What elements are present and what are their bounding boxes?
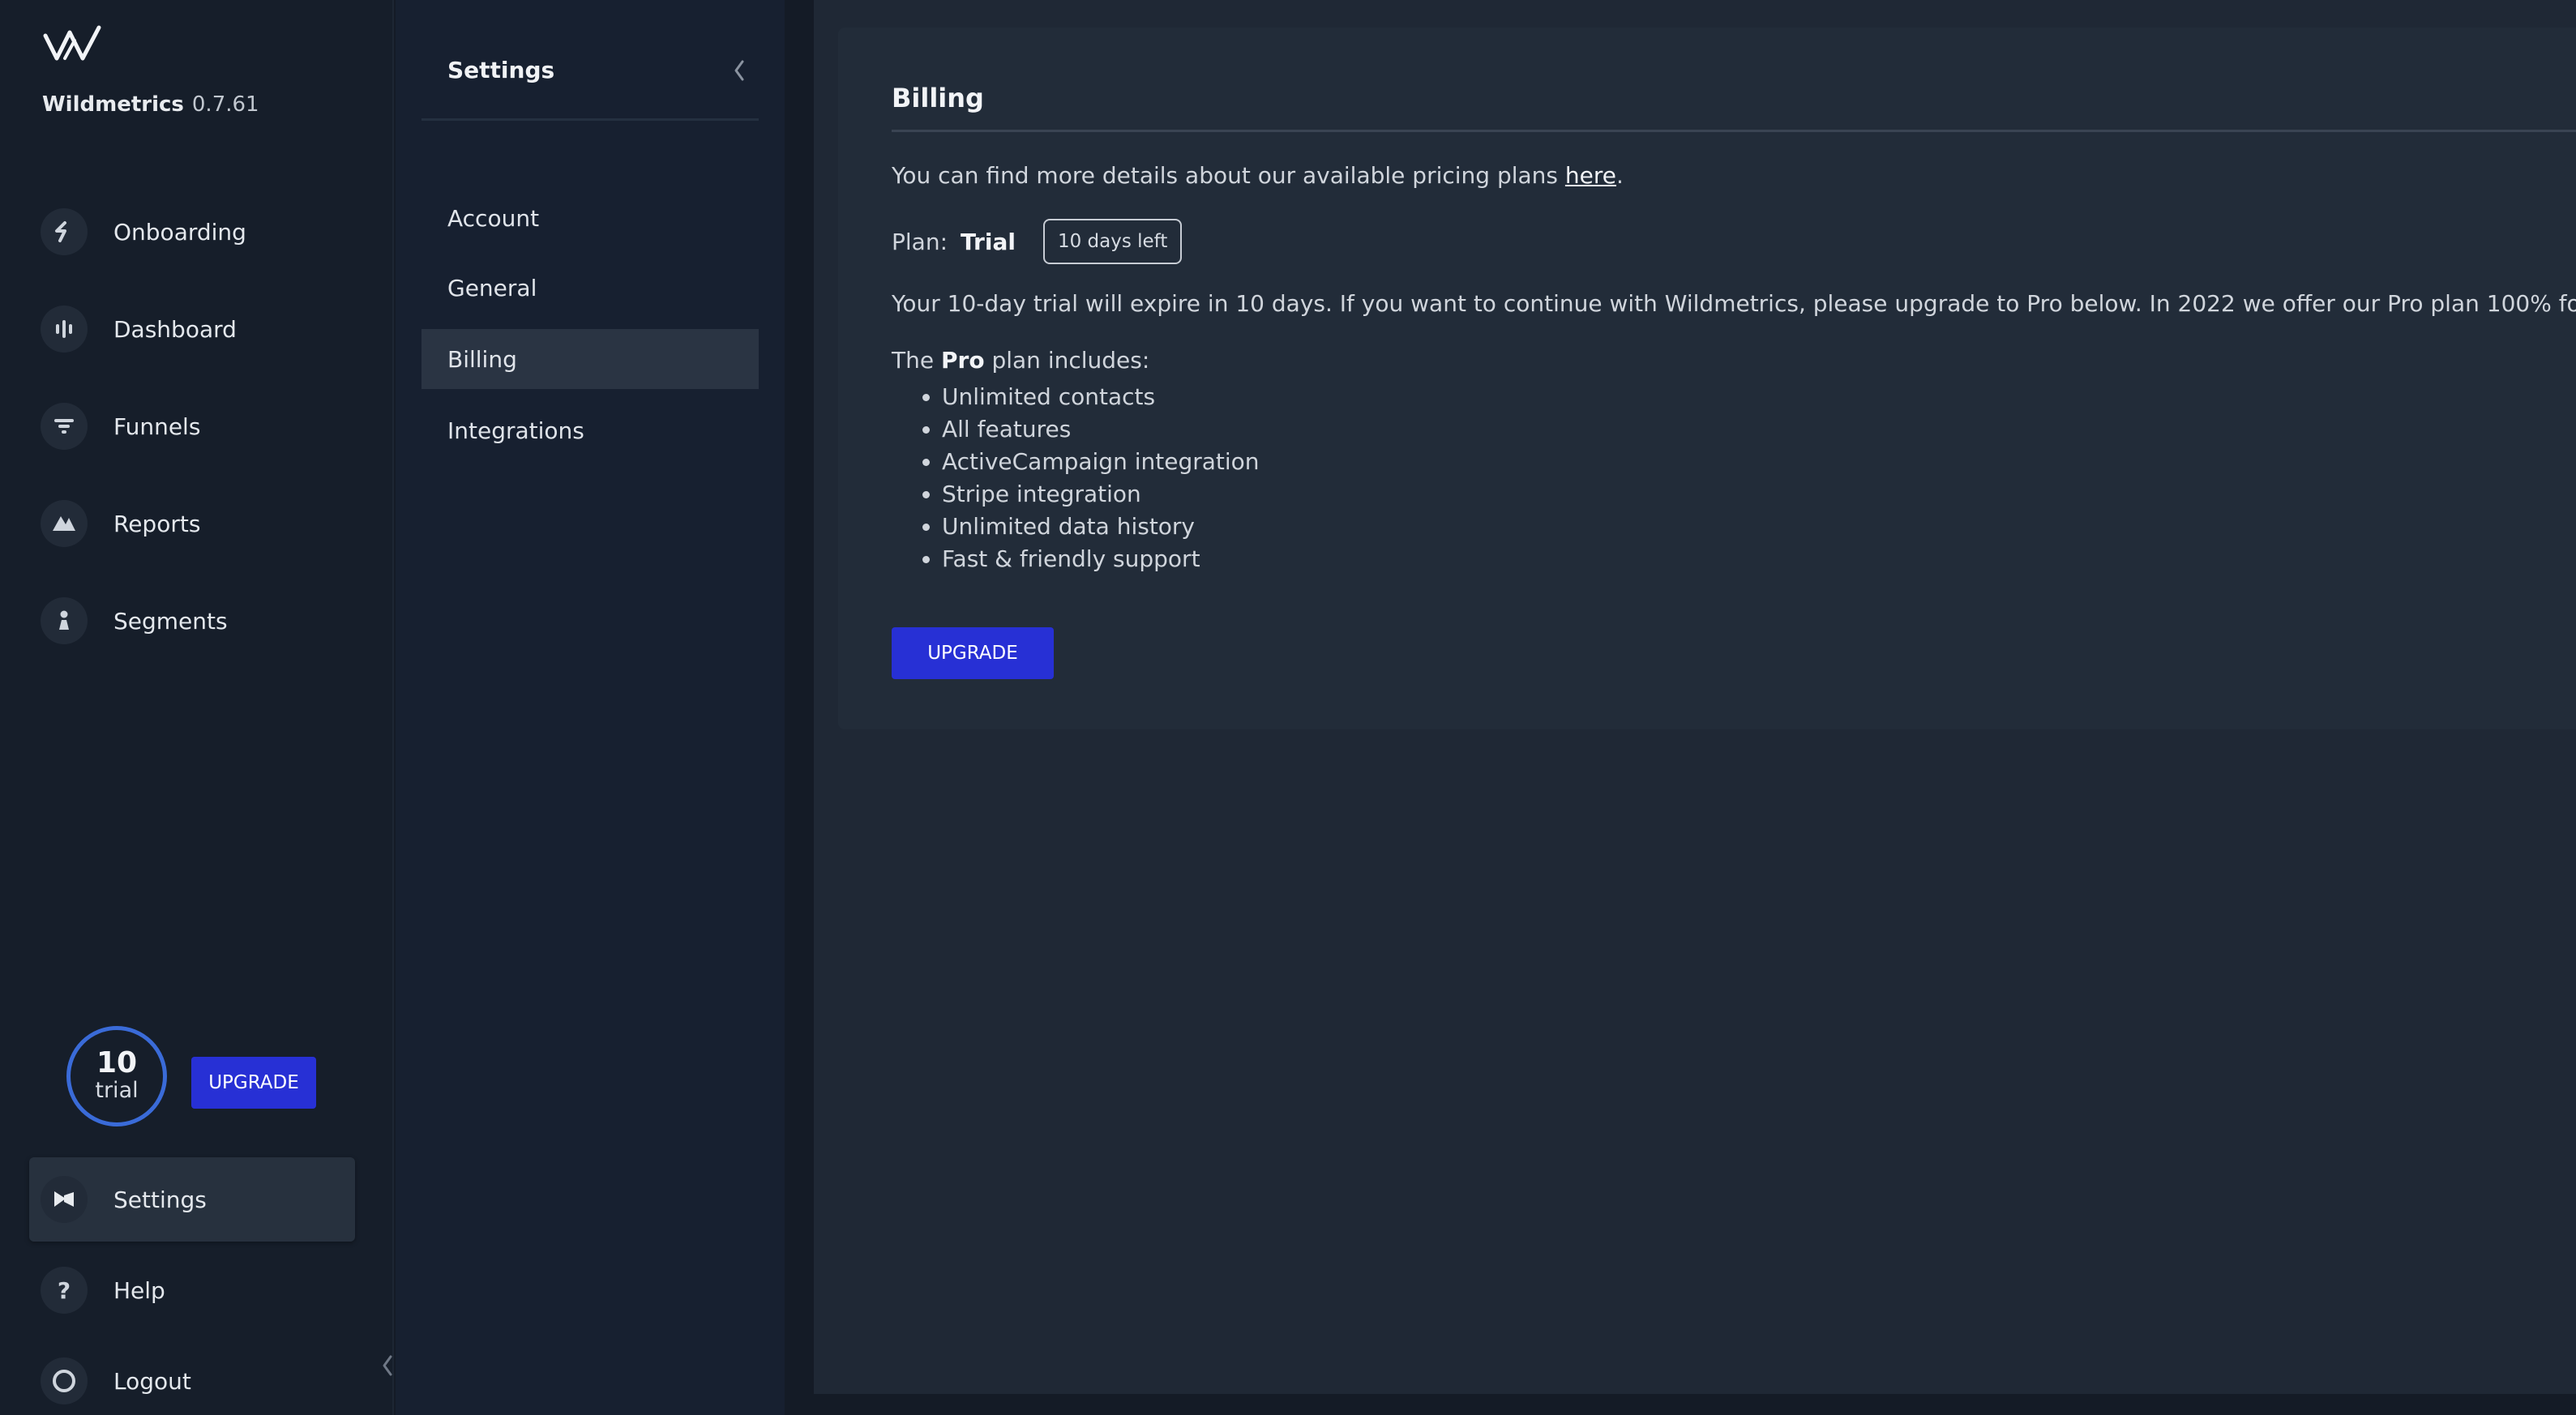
sidebar-collapse-chevron-left-icon[interactable] <box>378 1352 397 1379</box>
submenu-item-billing[interactable]: Billing <box>421 329 759 389</box>
submenu-title: Settings <box>447 57 555 83</box>
plan-label: Plan: <box>892 228 948 255</box>
dashboard-icon <box>41 306 88 353</box>
pricing-plans-link[interactable]: here <box>1565 162 1616 189</box>
brand-name: Wildmetrics <box>42 92 184 117</box>
nav-label-reports: Reports <box>113 510 201 537</box>
submenu-item-general[interactable]: General <box>421 258 759 318</box>
segments-icon <box>41 597 88 644</box>
help-icon: ? <box>41 1267 88 1314</box>
list-item: Stripe integration <box>942 478 1260 511</box>
submenu-item-integrations[interactable]: Integrations <box>421 400 759 460</box>
trial-days-count: 10 <box>96 1046 138 1079</box>
list-item: Unlimited contacts <box>942 381 1260 413</box>
includes-suffix: plan includes: <box>984 347 1150 374</box>
reports-icon <box>41 500 88 547</box>
trial-expiry-text: Your 10-day trial will expire in 10 days… <box>892 290 2576 317</box>
submenu-divider <box>421 118 759 121</box>
billing-title: Billing <box>892 83 984 113</box>
svg-text:?: ? <box>58 1278 71 1302</box>
list-item: Unlimited data history <box>942 511 1260 543</box>
list-item: All features <box>942 413 1260 446</box>
billing-title-divider <box>892 130 2576 132</box>
settings-icon <box>41 1176 88 1223</box>
plan-value: Trial <box>961 228 1016 255</box>
brand-version: 0.7.61 <box>191 92 259 117</box>
pricing-info-end: . <box>1616 162 1624 189</box>
includes-prefix: The <box>892 347 941 374</box>
logout-icon <box>41 1357 88 1404</box>
onboarding-icon <box>41 208 88 255</box>
pro-features-list: Unlimited contacts All features ActiveCa… <box>942 381 1260 575</box>
funnel-icon <box>41 403 88 450</box>
upgrade-button[interactable]: UPGRADE <box>892 627 1054 679</box>
trial-label: trial <box>95 1078 139 1103</box>
includes-plan-name: Pro <box>940 347 985 374</box>
settings-submenu-panel: Settings Account General Billing Integra… <box>396 0 785 1415</box>
submenu-collapse-chevron-left-icon[interactable] <box>730 57 749 84</box>
nav-item-dashboard[interactable]: Dashboard <box>29 287 355 371</box>
nav-item-onboarding[interactable]: Onboarding <box>29 190 355 274</box>
nav-label-onboarding: Onboarding <box>113 218 246 246</box>
list-item: Fast & friendly support <box>942 543 1260 575</box>
plan-includes-heading: The Pro plan includes: <box>892 347 1149 374</box>
wildmetrics-logo-icon[interactable] <box>42 24 107 68</box>
plan-row: Plan: Trial 10 days left <box>892 219 1183 264</box>
pricing-info-text: You can find more details about our avai… <box>892 162 1624 189</box>
nav-label-help: Help <box>113 1276 165 1304</box>
pricing-info-prefix: You can find more details about our avai… <box>892 162 1565 189</box>
sidebar-upgrade-button[interactable]: UPGRADE <box>191 1057 316 1109</box>
nav-label-funnels: Funnels <box>113 413 201 440</box>
trial-countdown-ring: 10 trial <box>66 1026 167 1126</box>
list-item: ActiveCampaign integration <box>942 446 1260 478</box>
submenu-item-account[interactable]: Account <box>421 188 759 248</box>
nav-label-dashboard: Dashboard <box>113 315 237 343</box>
nav-label-settings: Settings <box>113 1186 207 1213</box>
brand-label: Wildmetrics 0.7.61 <box>42 92 259 117</box>
nav-item-help[interactable]: ? Help <box>29 1248 355 1332</box>
app-window: Wildmetrics 0.7.61 Onboarding Dashboard F… <box>0 0 2576 1415</box>
nav-item-funnels[interactable]: Funnels <box>29 384 355 468</box>
days-left-badge: 10 days left <box>1042 219 1183 264</box>
main-sidebar: Wildmetrics 0.7.61 Onboarding Dashboard F… <box>0 0 394 1415</box>
nav-item-reports[interactable]: Reports <box>29 481 355 566</box>
nav-label-logout: Logout <box>113 1367 191 1395</box>
nav-item-segments[interactable]: Segments <box>29 579 355 663</box>
billing-card: Billing You can find more details about … <box>838 28 2576 729</box>
nav-item-logout[interactable]: Logout <box>29 1339 355 1415</box>
nav-label-segments: Segments <box>113 607 228 635</box>
nav-item-settings[interactable]: Settings <box>29 1157 355 1242</box>
